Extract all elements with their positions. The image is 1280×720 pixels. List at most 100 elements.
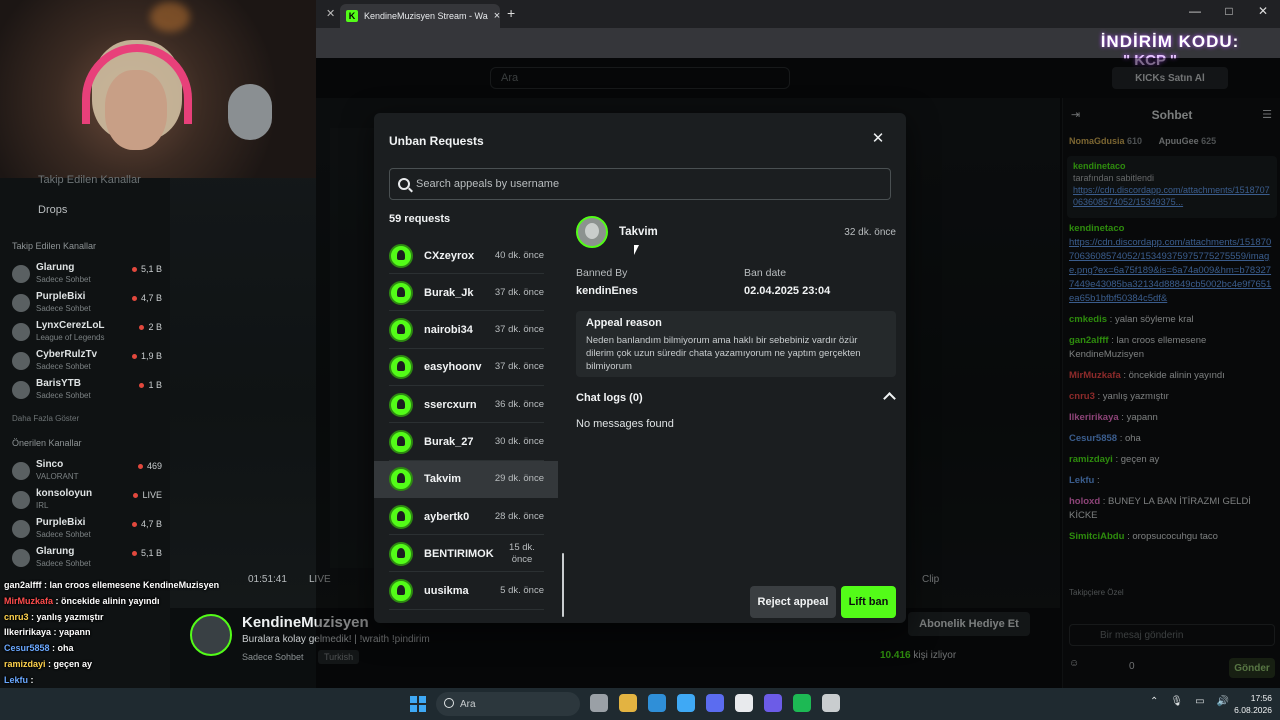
taskbar-app-icon[interactable] <box>793 694 811 712</box>
overlay-chat-text: : <box>28 674 34 685</box>
channel-name: Glarung <box>36 546 75 557</box>
channel-name: BarisYTB <box>36 378 82 389</box>
network-icon[interactable]: ▭ <box>1195 696 1204 707</box>
appeal-reason-title: Appeal reason <box>586 317 662 329</box>
taskbar-app-icon[interactable] <box>677 694 695 712</box>
appeal-username: uusikma <box>424 585 469 598</box>
unban-requests-modal: Unban Requests ✕ 59 requests CXzeyrox 40 … <box>374 113 906 623</box>
taskbar-app-icon[interactable] <box>764 694 782 712</box>
channel-viewer-count: 1 B <box>139 380 162 390</box>
appeal-list-item[interactable]: Burak_27 30 dk. önce <box>374 424 558 461</box>
appeal-user-avatar <box>576 216 608 248</box>
close-window-button[interactable]: ✕ <box>1246 4 1280 18</box>
request-count: 59 requests <box>389 213 451 225</box>
taskbar-clock[interactable]: 17:56 6.08.2026 <box>1228 692 1272 716</box>
appeal-search[interactable] <box>389 168 891 200</box>
overlay-chat-line: cnru3 : yanlış yazmıştır <box>4 610 234 626</box>
appeal-list-item[interactable]: BENTIRIMOK 15 dk. önce <box>374 535 558 573</box>
system-tray: ⌃ 🎙 ▭ 🔊 <box>1150 696 1229 707</box>
overlay-chat-user: Lekfu <box>4 674 29 685</box>
channel-name: Sinco <box>36 459 64 470</box>
stream-category[interactable]: Sadece Sohbet <box>242 652 304 662</box>
appeal-list-item[interactable]: nairobi34 37 dk. önce <box>374 312 558 349</box>
appeal-time: 32 dk. önce <box>844 227 896 238</box>
new-tab-button[interactable]: + <box>507 5 515 21</box>
tab-close-icon[interactable]: × <box>494 10 500 22</box>
channel-viewer-count: 5,1 B <box>132 264 162 274</box>
appeal-time: 30 dk. önce <box>494 436 544 447</box>
close-icon[interactable]: ✕ <box>870 131 886 147</box>
channel-viewer-count: 2 B <box>139 322 162 332</box>
taskbar-app-icon[interactable] <box>735 694 753 712</box>
overlay-chat-line: ramizdayi : geçen ay <box>4 657 234 673</box>
microphone-icon[interactable]: 🎙 <box>1170 696 1183 707</box>
taskbar-app-icon[interactable] <box>619 694 637 712</box>
stream-time: 01:51:41 <box>248 574 287 585</box>
chevron-up-icon[interactable] <box>882 389 896 403</box>
appeal-username: nairobi34 <box>424 324 473 337</box>
sidebar-channel[interactable]: Glarung Sadece Sohbet 5,1 B <box>12 546 162 572</box>
kick-favicon-icon: K <box>346 10 358 22</box>
prev-tab-close-icon[interactable]: ✕ <box>326 7 335 20</box>
appeal-search-input[interactable] <box>416 178 876 190</box>
appeal-list-item[interactable]: CXzeyrox 40 dk. önce <box>374 237 558 274</box>
sidebar-channel[interactable]: CyberRulzTv Sadece Sohbet 1,9 B <box>12 349 162 375</box>
maximize-button[interactable]: □ <box>1212 4 1246 18</box>
show-more-link[interactable]: Daha Fazla Göster <box>12 414 79 423</box>
taskbar-app-icon[interactable] <box>648 694 666 712</box>
channel-avatar <box>12 520 30 538</box>
browser-tab-active[interactable]: K KendineMuzisyen Stream - Wa × <box>340 4 500 28</box>
tray-chevron-icon[interactable]: ⌃ <box>1150 696 1158 707</box>
windows-start-icon[interactable] <box>410 696 426 712</box>
request-list-scrollbar[interactable] <box>562 553 564 617</box>
channel-viewer-count: 4,7 B <box>132 293 162 303</box>
modal-title: Unban Requests <box>389 134 484 148</box>
channel-category: IRL <box>36 501 49 510</box>
overlay-chat-user: Cesur5858 <box>4 643 50 654</box>
channel-name: konsoloyun <box>36 488 93 499</box>
overlay-chat-line: Cesur5858 : oha <box>4 641 234 657</box>
overlay-chat-text: : öncekide alinin yayındı <box>53 595 160 606</box>
promo-line1: İNDİRİM KODU: <box>1100 32 1240 51</box>
sidebar-channel[interactable]: BarisYTB Sadece Sohbet 1 B <box>12 378 162 404</box>
sidebar-following-link[interactable]: Takip Edilen Kanallar <box>38 174 141 186</box>
appeal-list-item[interactable]: aybertk0 28 dk. önce <box>374 498 558 536</box>
channel-avatar <box>12 265 30 283</box>
channel-viewer-count: 5,1 B <box>132 548 162 558</box>
sidebar-channel[interactable]: PurpleBixi Sadece Sohbet 4,7 B <box>12 291 162 317</box>
appeal-list-item[interactable]: Takvim 29 dk. önce <box>374 460 558 498</box>
channel-category: VALORANT <box>36 472 79 481</box>
channel-viewer-count: 469 <box>138 461 162 471</box>
appeal-list-item[interactable]: easyhoonv 37 dk. önce <box>374 349 558 386</box>
taskbar-search[interactable]: Ara <box>436 692 580 716</box>
appeal-avatar <box>389 579 413 604</box>
overlay-chat-user: Ilkeririkaya <box>4 627 52 638</box>
taskbar-app-icon[interactable] <box>822 694 840 712</box>
appeal-list-item[interactable]: uusikma 5 dk. önce <box>374 573 558 610</box>
appeal-time: 37 dk. önce <box>494 324 544 336</box>
appeal-time: 37 dk. önce <box>494 361 544 373</box>
sidebar-channel[interactable]: Glarung Sadece Sohbet 5,1 B <box>12 262 162 288</box>
channel-viewer-count: LIVE <box>133 490 162 500</box>
appeal-username: Burak_Jk <box>424 286 474 299</box>
appeal-list-item[interactable]: Burak_Jk 37 dk. önce <box>374 274 558 312</box>
taskbar-app-icon[interactable] <box>590 694 608 712</box>
sidebar-channel[interactable]: PurpleBixi Sadece Sohbet 4,7 B <box>12 517 162 543</box>
appeal-avatar <box>389 243 413 268</box>
list-divider <box>389 608 544 610</box>
reject-appeal-button[interactable]: Reject appeal <box>750 586 836 618</box>
sidebar-drops-link[interactable]: Drops <box>38 204 67 216</box>
sidebar-channel[interactable]: konsoloyun IRL LIVE <box>12 488 162 514</box>
channel-category: Sadece Sohbet <box>36 304 91 313</box>
sidebar-channel[interactable]: Sinco VALORANT 469 <box>12 459 162 485</box>
sidebar-channel[interactable]: LynxCerezLoL League of Legends 2 B <box>12 320 162 346</box>
lift-ban-button[interactable]: Lift ban <box>841 586 896 618</box>
chat-logs-header[interactable]: Chat logs (0) <box>576 392 643 404</box>
channel-category: League of Legends <box>36 333 105 342</box>
appeal-time: 5 dk. önce <box>500 585 544 597</box>
ban-date-label: Ban date <box>744 267 787 279</box>
appeal-list-item[interactable]: ssercxurn 36 dk. önce <box>374 386 558 424</box>
appeal-avatar <box>389 280 413 305</box>
taskbar-app-icon[interactable] <box>706 694 724 712</box>
minimize-button[interactable]: — <box>1178 4 1212 18</box>
